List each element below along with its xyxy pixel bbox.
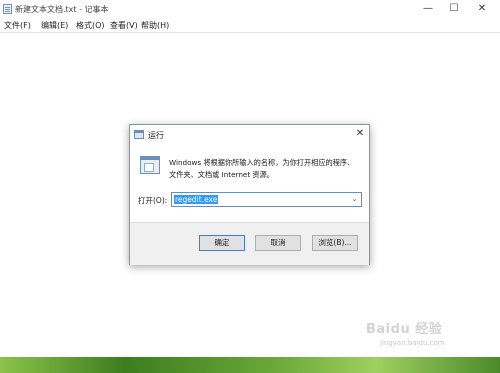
menu-format[interactable]: 格式(O) xyxy=(76,20,105,31)
run-icon xyxy=(134,130,144,139)
run-description-line1: Windows 将根据你所输入的名称，为你打开相应的程序、 xyxy=(169,158,355,167)
menu-view[interactable]: 查看(V) xyxy=(110,20,138,31)
run-titlebar[interactable]: 运行 ✕ xyxy=(130,125,369,145)
menu-edit[interactable]: 编辑(E) xyxy=(41,20,68,31)
notepad-titlebar[interactable]: 新建文本文档.txt - 记事本 — ☐ ✕ xyxy=(0,0,500,18)
notepad-icon xyxy=(3,4,12,14)
run-description: Windows 将根据你所输入的名称，为你打开相应的程序、 文件夹、文档或 In… xyxy=(169,157,364,181)
watermark-logo: Baidu 经验 xyxy=(366,322,443,337)
desktop-wallpaper-strip xyxy=(0,356,500,373)
run-program-icon xyxy=(140,156,160,174)
notepad-title: 新建文本文档.txt - 记事本 xyxy=(15,5,109,14)
run-button-bar: 确定 取消 浏览(B)... xyxy=(130,222,369,265)
run-description-line2: 文件夹、文档或 Internet 资源。 xyxy=(169,170,274,179)
minimize-button[interactable]: — xyxy=(416,0,440,18)
menu-file[interactable]: 文件(F) xyxy=(4,20,31,31)
open-input[interactable]: regedit.exe ⌄ xyxy=(171,192,362,207)
browse-button[interactable]: 浏览(B)... xyxy=(312,235,358,251)
cancel-button[interactable]: 取消 xyxy=(255,235,301,251)
open-input-value[interactable]: regedit.exe xyxy=(174,195,219,204)
menu-help[interactable]: 帮助(H) xyxy=(141,20,169,31)
run-title: 运行 xyxy=(148,131,164,140)
chevron-down-icon[interactable]: ⌄ xyxy=(350,195,359,204)
run-dialog: 运行 ✕ Windows 将根据你所输入的名称，为你打开相应的程序、 文件夹、文… xyxy=(129,124,370,265)
notepad-menubar: 文件(F) 编辑(E) 格式(O) 查看(V) 帮助(H) xyxy=(0,18,500,32)
open-label: 打开(O): xyxy=(138,196,168,205)
close-button[interactable]: ✕ xyxy=(470,0,494,18)
ok-button[interactable]: 确定 xyxy=(199,235,245,251)
watermark-url: jingyan.baidu.com xyxy=(380,339,445,347)
run-close-button[interactable]: ✕ xyxy=(353,127,367,141)
watermark: Baidu 经验 jingyan.baidu.com xyxy=(358,316,498,356)
maximize-button[interactable]: ☐ xyxy=(442,0,466,18)
